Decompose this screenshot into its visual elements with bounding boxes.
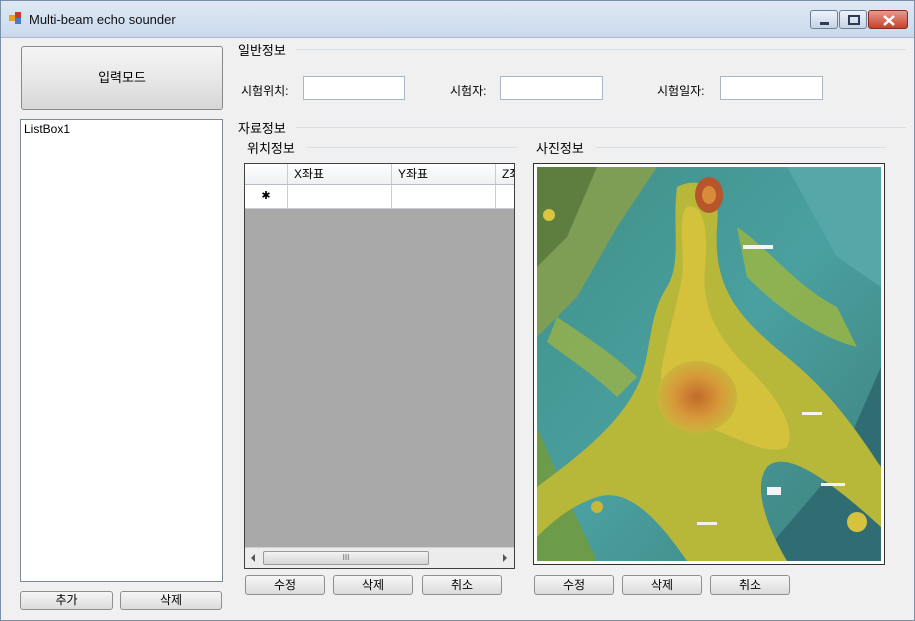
position-cancel-button[interactable]: 취소 xyxy=(422,575,502,595)
tester-label: 시험자: xyxy=(450,84,487,98)
minimize-button[interactable] xyxy=(810,10,838,29)
column-header-y[interactable]: Y좌표 xyxy=(392,164,496,185)
position-data-grid[interactable]: X좌표 Y좌표 Z좌 ✱ xyxy=(244,163,515,569)
window-title: Multi-beam echo sounder xyxy=(29,12,176,27)
photo-info-title: 사진정보 xyxy=(536,141,584,156)
delete-button[interactable]: 삭제 xyxy=(120,591,222,610)
test-date-label: 시험일자: xyxy=(657,84,705,98)
list-item[interactable]: ListBox1 xyxy=(24,122,70,136)
scroll-left-icon[interactable] xyxy=(249,553,257,563)
client-area: 입력모드 ListBox1 추가 삭제 일반정보 시험위치: 시험자: 시험일자… xyxy=(1,38,914,620)
grid-cell-z[interactable] xyxy=(496,185,514,209)
position-info-title: 위치정보 xyxy=(247,141,295,156)
close-button[interactable] xyxy=(868,10,908,29)
title-bar[interactable]: Multi-beam echo sounder xyxy=(1,1,914,38)
test-location-label: 시험위치: xyxy=(241,84,289,98)
scroll-right-icon[interactable] xyxy=(501,553,509,563)
position-edit-button[interactable]: 수정 xyxy=(245,575,325,595)
new-row-marker: ✱ xyxy=(245,185,288,209)
maximize-button[interactable] xyxy=(839,10,867,29)
general-info-title: 일반정보 xyxy=(238,43,286,58)
bathymetry-image xyxy=(537,167,881,561)
group-divider xyxy=(596,147,886,148)
grid-cell-y[interactable] xyxy=(392,185,496,209)
app-icon xyxy=(9,12,21,24)
group-divider xyxy=(296,49,906,50)
list-box[interactable]: ListBox1 xyxy=(20,119,223,582)
main-window: Multi-beam echo sounder 입력모드 ListBox1 추가… xyxy=(0,0,915,621)
position-delete-button[interactable]: 삭제 xyxy=(333,575,413,595)
column-header-x[interactable]: X좌표 xyxy=(288,164,392,185)
photo-delete-button[interactable]: 삭제 xyxy=(622,575,702,595)
tester-input[interactable] xyxy=(500,76,603,100)
column-header-z[interactable]: Z좌 xyxy=(496,164,514,185)
horizontal-scrollbar[interactable]: III xyxy=(245,547,514,568)
photo-edit-button[interactable]: 수정 xyxy=(534,575,614,595)
grid-cell-x[interactable] xyxy=(288,185,392,209)
test-location-input[interactable] xyxy=(303,76,405,100)
photo-cancel-button[interactable]: 취소 xyxy=(710,575,790,595)
test-date-input[interactable] xyxy=(720,76,823,100)
scroll-grip: III xyxy=(342,553,350,562)
row-header-corner xyxy=(245,164,288,185)
group-divider xyxy=(296,127,906,128)
minimize-icon xyxy=(820,22,829,25)
data-info-title: 자료정보 xyxy=(238,121,286,136)
group-divider xyxy=(307,147,517,148)
input-mode-button[interactable]: 입력모드 xyxy=(21,46,223,110)
maximize-icon xyxy=(848,15,860,25)
photo-frame[interactable] xyxy=(533,163,885,565)
scrollbar-thumb[interactable]: III xyxy=(263,551,429,565)
close-icon xyxy=(883,15,895,26)
add-button[interactable]: 추가 xyxy=(20,591,113,610)
